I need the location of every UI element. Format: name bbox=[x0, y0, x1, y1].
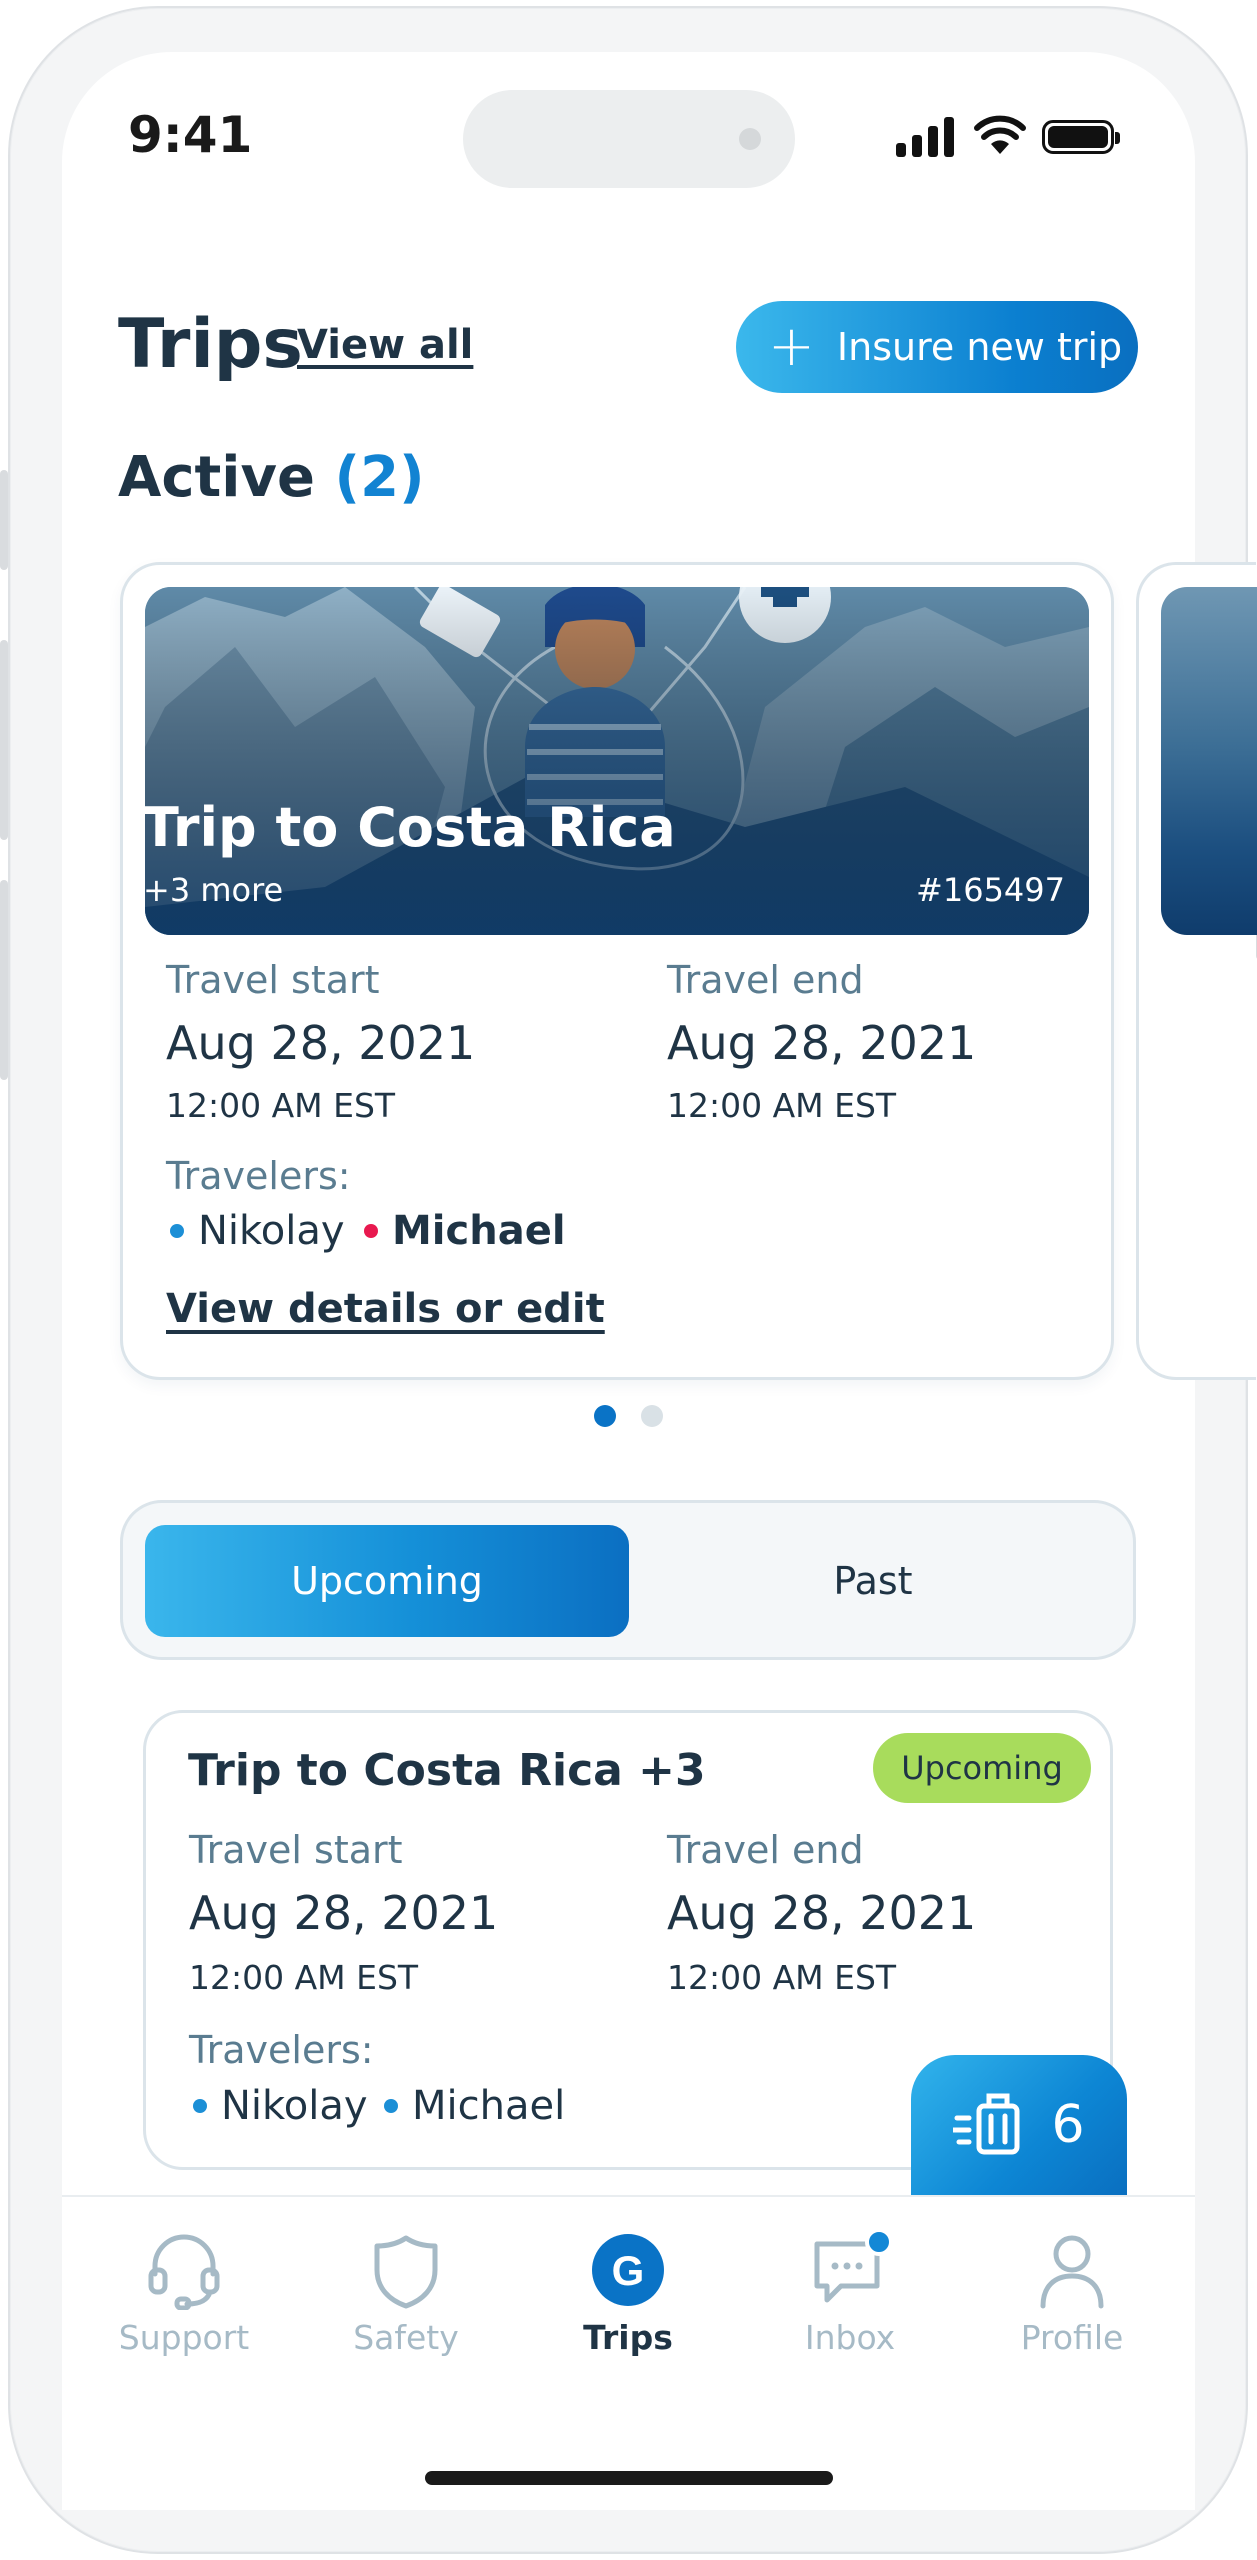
travel-end-date: Aug 28, 2021 bbox=[667, 1886, 977, 1940]
active-count: (2) bbox=[334, 445, 425, 510]
active-section-title: Active (2) bbox=[118, 445, 425, 510]
tab-support[interactable]: Support bbox=[94, 2230, 274, 2357]
travel-end-time: 12:00 AM EST bbox=[667, 1958, 897, 1997]
insure-new-trip-button[interactable]: + Insure new trip bbox=[736, 301, 1138, 393]
tab-upcoming[interactable]: Upcoming bbox=[145, 1525, 629, 1637]
upcoming-trip-title: Trip to Costa Rica +3 bbox=[188, 1745, 706, 1796]
tab-label: Trips bbox=[583, 2318, 673, 2357]
page-title: Trips bbox=[118, 305, 303, 384]
wifi-icon bbox=[974, 115, 1026, 154]
plus-icon: + bbox=[768, 314, 815, 379]
view-details-link[interactable]: View details or edit bbox=[166, 1286, 605, 1332]
trip-more-count: +3 more bbox=[143, 871, 284, 909]
home-indicator bbox=[425, 2471, 833, 2485]
side-button bbox=[0, 880, 8, 1080]
travel-start-label: Travel start bbox=[189, 1828, 403, 1872]
luggage-icon bbox=[953, 2093, 1020, 2155]
traveler-name: Michael bbox=[412, 2083, 566, 2129]
shield-icon bbox=[374, 2235, 438, 2309]
trips-count: 6 bbox=[1051, 2095, 1085, 2155]
tab-past[interactable]: Past bbox=[631, 1525, 1115, 1637]
traveler-name: Michael bbox=[392, 1208, 566, 1254]
side-button bbox=[0, 470, 8, 570]
tab-profile[interactable]: Profile bbox=[982, 2230, 1162, 2357]
next-trip-hero-image bbox=[1161, 587, 1257, 935]
tab-safety[interactable]: Safety bbox=[316, 2230, 496, 2357]
traveler-name: Nikolay bbox=[221, 2083, 368, 2129]
view-all-link[interactable]: View all bbox=[297, 322, 473, 368]
tab-label: Support bbox=[118, 2318, 250, 2357]
headset-icon bbox=[148, 2234, 220, 2310]
travel-start-time: 12:00 AM EST bbox=[166, 1086, 396, 1125]
travel-start-date: Aug 28, 2021 bbox=[189, 1886, 499, 1940]
next-trip-card-peek[interactable] bbox=[1136, 562, 1257, 1380]
trip-title: Trip to Costa Rica bbox=[142, 796, 676, 859]
g-logo-icon: G bbox=[592, 2234, 664, 2306]
side-button bbox=[0, 640, 8, 840]
active-label: Active bbox=[118, 445, 315, 510]
traveler-chip: Michael bbox=[364, 1208, 566, 1254]
tab-inbox[interactable]: Inbox bbox=[760, 2230, 940, 2357]
travel-end-label: Travel end bbox=[667, 1828, 864, 1872]
traveler-dot bbox=[170, 1224, 184, 1238]
status-badge: Upcoming bbox=[873, 1733, 1091, 1803]
battery-icon bbox=[1042, 120, 1120, 154]
trips-counter-button[interactable]: 6 bbox=[911, 2055, 1127, 2195]
person-icon bbox=[1040, 2235, 1104, 2309]
status-time: 9:41 bbox=[128, 106, 253, 164]
travelers-label: Travelers: bbox=[166, 1154, 351, 1198]
pager-dot-active[interactable] bbox=[594, 1405, 616, 1427]
traveler-chip: Nikolay bbox=[170, 1208, 345, 1254]
trips-filter-segmented: Upcoming Past bbox=[120, 1500, 1136, 1660]
pager-dot[interactable] bbox=[641, 1405, 663, 1427]
travel-start-time: 12:00 AM EST bbox=[189, 1958, 419, 1997]
insure-button-label: Insure new trip bbox=[836, 325, 1123, 369]
traveler-chip: Michael bbox=[384, 2083, 565, 2129]
travel-end-label: Travel end bbox=[667, 958, 864, 1002]
tab-trips[interactable]: G Trips bbox=[538, 2230, 718, 2357]
travelers-label: Travelers: bbox=[189, 2028, 374, 2072]
traveler-chip: Nikolay bbox=[193, 2083, 368, 2129]
traveler-name: Nikolay bbox=[198, 1208, 345, 1254]
tab-label: Inbox bbox=[804, 2318, 896, 2357]
chat-icon bbox=[814, 2230, 893, 2303]
travel-start-date: Aug 28, 2021 bbox=[166, 1016, 476, 1070]
tab-label: Profile bbox=[1020, 2318, 1124, 2357]
signal-icon bbox=[896, 112, 956, 157]
notification-dot bbox=[865, 2230, 893, 2256]
travel-start-label: Travel start bbox=[166, 958, 380, 1002]
travel-end-time: 12:00 AM EST bbox=[667, 1086, 897, 1125]
travel-end-date: Aug 28, 2021 bbox=[667, 1016, 977, 1070]
trip-id: #165497 bbox=[916, 871, 1065, 909]
tab-label: Safety bbox=[353, 2318, 459, 2357]
dynamic-island bbox=[463, 90, 795, 188]
svg-text:G: G bbox=[612, 2247, 645, 2294]
traveler-dot bbox=[364, 1224, 378, 1238]
traveler-dot bbox=[384, 2099, 398, 2113]
camera-dot bbox=[739, 128, 761, 150]
traveler-dot bbox=[193, 2099, 207, 2113]
